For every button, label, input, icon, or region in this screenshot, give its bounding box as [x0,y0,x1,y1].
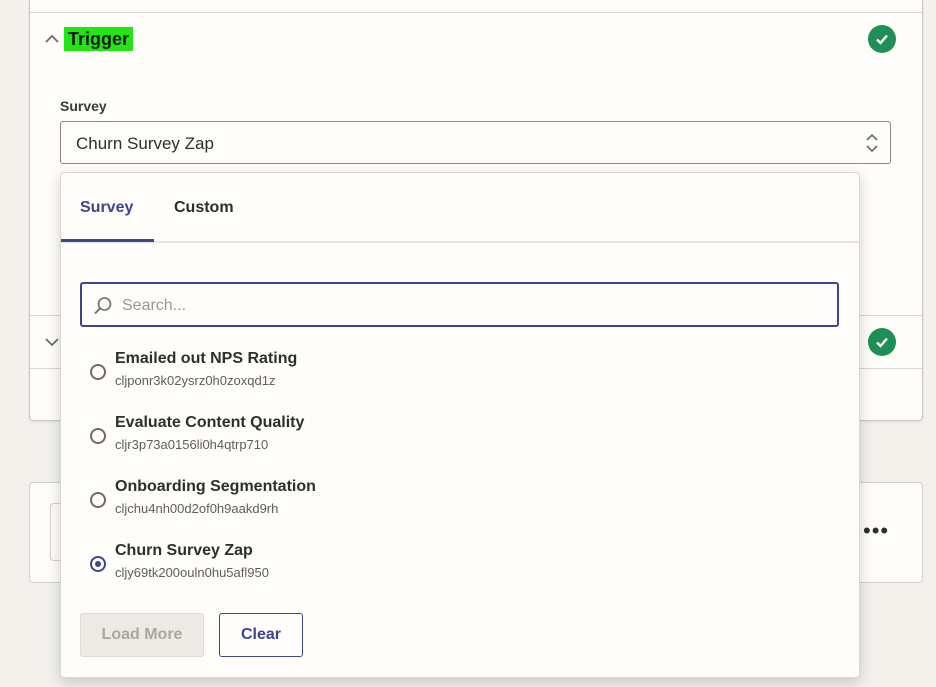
search-icon [94,297,112,315]
list-item[interactable]: Churn Survey Zap cljy69tk200ouln0hu5afl9… [90,542,790,592]
radio-icon[interactable] [90,364,106,380]
list-item[interactable]: Emailed out NPS Rating cljponr3k02ysrz0h… [90,350,790,400]
chevron-down-icon[interactable] [43,333,61,351]
option-id: cljponr3k02ysrz0h0zoxqd1z [115,373,276,388]
chevron-up-icon[interactable] [43,30,61,48]
sort-arrows-icon [866,133,878,153]
clear-button[interactable]: Clear [219,613,303,657]
active-tab-indicator [61,239,154,242]
list-item[interactable]: Onboarding Segmentation cljchu4nh00d2of0… [90,478,790,528]
option-id: cljr3p73a0156li0h4qtrp710 [115,437,269,452]
tab-survey[interactable]: Survey [80,199,133,217]
radio-icon[interactable] [90,428,106,444]
more-dots-icon[interactable]: ••• [863,520,889,542]
check-circle-icon [868,328,896,356]
survey-field-label: Survey [60,98,107,114]
option-id: cljchu4nh00d2of0h9aakd9rh [115,501,279,516]
search-box[interactable] [80,282,839,327]
check-circle-icon [868,25,896,53]
option-name: Onboarding Segmentation [115,478,316,495]
top-divider [30,12,922,13]
search-input[interactable] [120,292,824,320]
option-name: Emailed out NPS Rating [115,350,298,367]
tab-custom[interactable]: Custom [174,199,234,217]
survey-dropdown: Survey Custom Emailed out NPS Rating clj… [60,172,860,678]
option-id: cljy69tk200ouln0hu5afl950 [115,565,269,580]
radio-icon[interactable] [90,492,106,508]
survey-select[interactable]: Churn Survey Zap [60,121,891,164]
load-more-button[interactable]: Load More [80,613,204,657]
survey-select-value: Churn Survey Zap [76,134,214,153]
option-name: Churn Survey Zap [115,542,253,559]
dropdown-tabs: Survey Custom [61,173,859,243]
list-item[interactable]: Evaluate Content Quality cljr3p73a0156li… [90,414,790,464]
trigger-step-title[interactable]: Trigger [64,27,134,51]
option-name: Evaluate Content Quality [115,414,305,431]
radio-icon[interactable] [90,556,106,572]
